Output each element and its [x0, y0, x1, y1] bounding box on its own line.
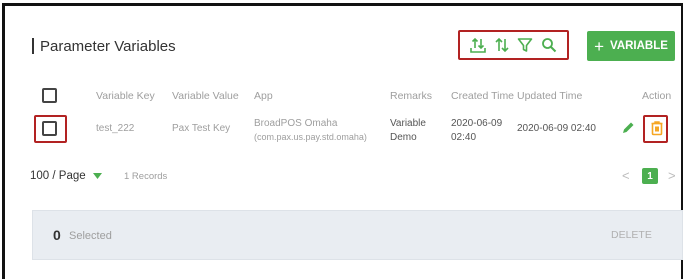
column-header-action: Action — [642, 90, 672, 102]
next-page-arrow[interactable]: > — [668, 168, 676, 183]
prev-page-arrow[interactable]: < — [622, 168, 630, 183]
table-header: Variable Key Variable Value App Remarks … — [0, 85, 684, 107]
delete-icon[interactable] — [650, 120, 664, 136]
select-all-checkbox[interactable] — [42, 88, 57, 103]
column-header-created: Created Time — [451, 90, 515, 102]
selection-footer: 0 Selected DELETE — [32, 210, 683, 260]
cell-app-name: BroadPOS Omaha — [254, 118, 338, 129]
row-checkbox[interactable] — [42, 121, 57, 136]
page-size-label: 100 / Page — [30, 170, 86, 182]
add-variable-label: VARIABLE — [610, 40, 668, 52]
selected-label: Selected — [69, 230, 112, 242]
toolbar-icon-group — [458, 30, 569, 60]
cell-created-date: 2020-06-09 — [451, 118, 503, 129]
cell-variable-key: test_222 — [96, 123, 135, 134]
selected-count: 0 — [53, 227, 61, 243]
delete-button[interactable]: DELETE — [611, 229, 652, 241]
cell-updated-time: 2020-06-09 02:40 — [517, 123, 596, 134]
cell-app-package: (com.pax.us.pay.std.omaha) — [254, 132, 367, 142]
filter-icon[interactable] — [516, 36, 534, 54]
pagination-bar: 100 / Page 1 Records < 1 > — [30, 166, 680, 186]
current-page-button[interactable]: 1 — [642, 168, 658, 184]
column-header-updated: Updated Time — [517, 90, 583, 102]
sort-icon[interactable] — [493, 36, 511, 54]
title-accent-bar — [32, 38, 34, 54]
edit-pencil-icon[interactable] — [621, 121, 635, 135]
column-header-remarks: Remarks — [390, 90, 433, 102]
upload-download-icon[interactable] — [469, 36, 487, 54]
cell-remarks-line1: Variable — [390, 118, 426, 129]
caret-down-icon — [92, 172, 102, 179]
page-title: Parameter Variables — [40, 37, 176, 55]
cell-created-time: 02:40 — [451, 132, 477, 143]
add-variable-button[interactable]: + VARIABLE — [587, 31, 675, 61]
column-header-value: Variable Value — [172, 90, 239, 102]
page-size-select[interactable]: 100 / Page — [30, 170, 102, 182]
cell-remarks-line2: Demo — [390, 132, 417, 143]
search-icon[interactable] — [540, 36, 558, 54]
cell-variable-value: Pax Test Key — [172, 123, 231, 134]
table-row: test_222 Pax Test Key BroadPOS Omaha (co… — [0, 112, 684, 162]
column-header-key: Variable Key — [96, 90, 155, 102]
column-header-app: App — [254, 90, 273, 102]
plus-icon: + — [594, 36, 604, 56]
panel-header: Parameter Variables — [32, 36, 176, 56]
record-count: 1 Records — [124, 171, 168, 182]
